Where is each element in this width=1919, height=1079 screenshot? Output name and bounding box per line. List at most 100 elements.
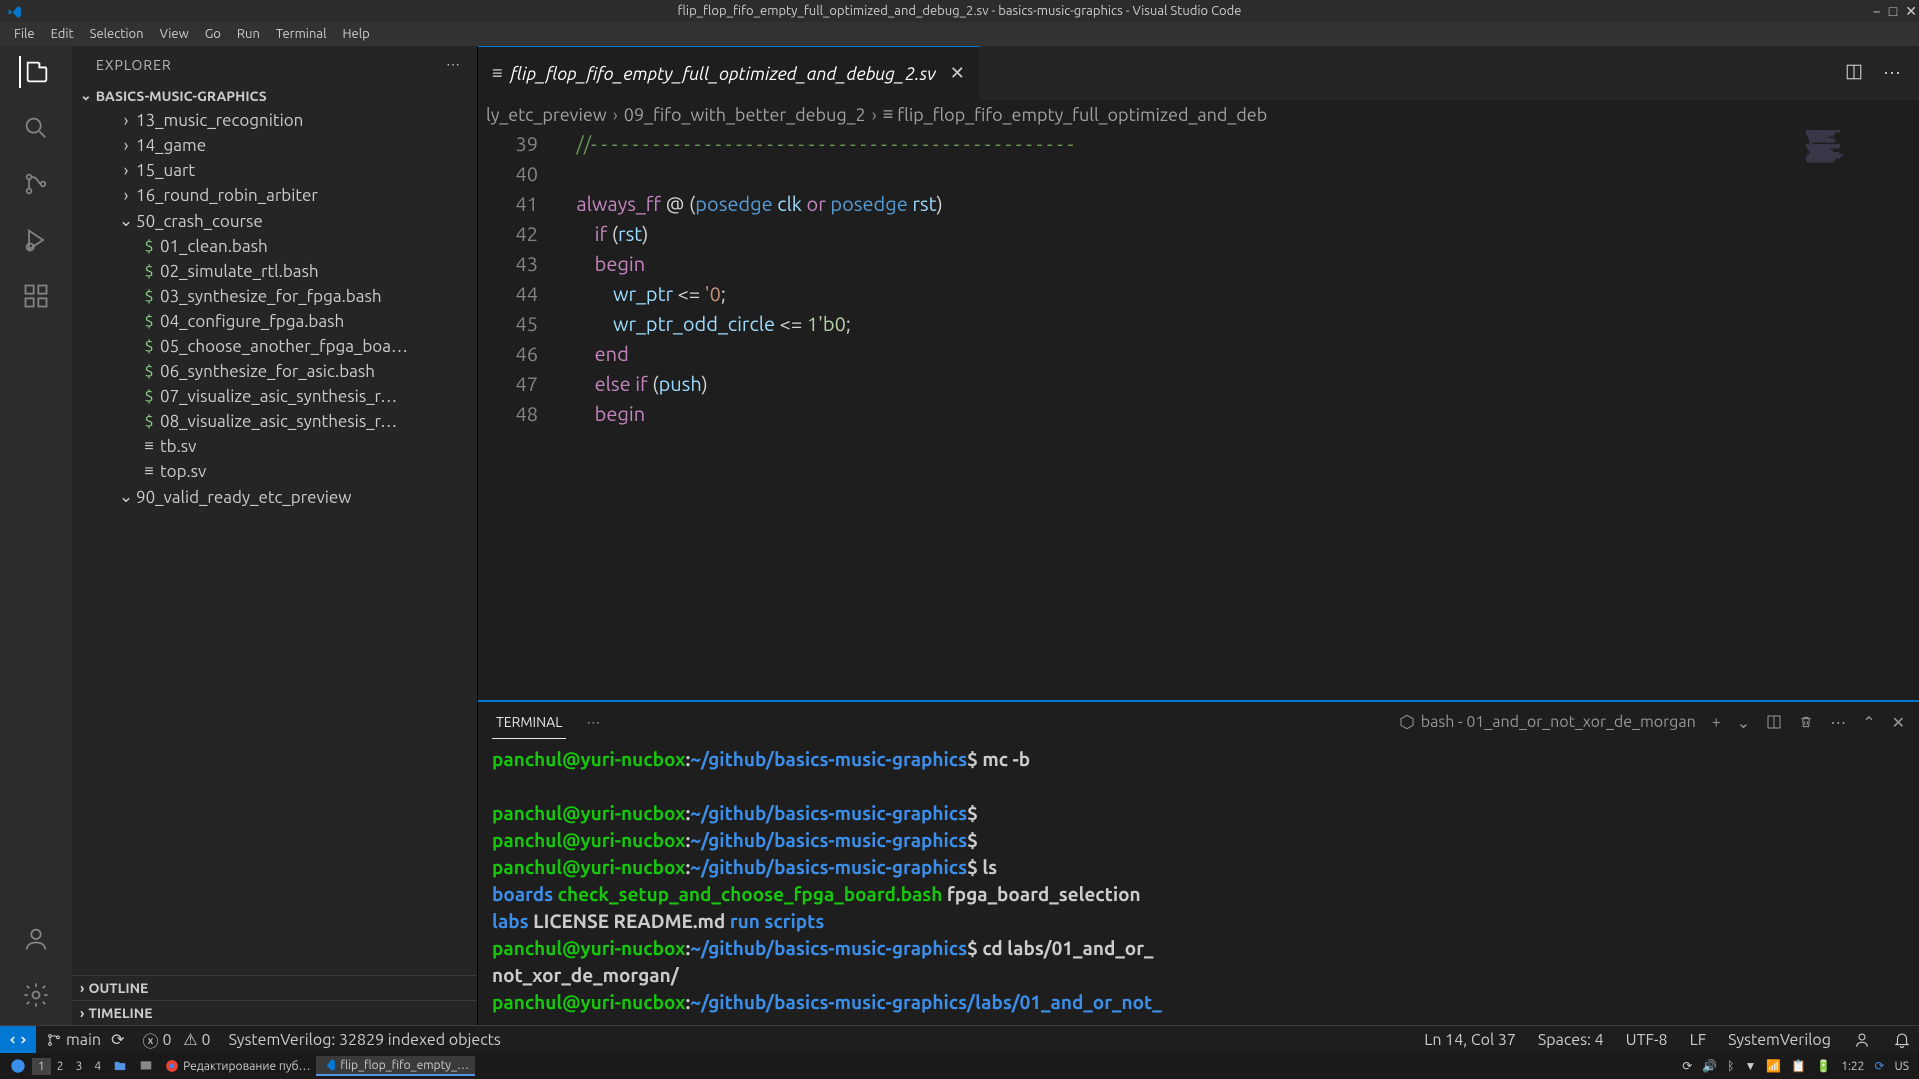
file-item[interactable]: $03_synthesize_for_fpga.bash (72, 284, 477, 309)
tray-clipboard-icon[interactable]: 📋 (1791, 1059, 1806, 1073)
terminal-dropdown-icon[interactable]: ⌄ (1737, 713, 1750, 732)
maximize-icon[interactable]: □ (1889, 3, 1897, 20)
close-icon[interactable]: ✕ (1905, 3, 1917, 20)
menu-selection[interactable]: Selection (82, 25, 152, 43)
search-icon[interactable] (20, 112, 52, 144)
file-icon: ≡ (492, 63, 503, 84)
tree-item-label: 06_synthesize_for_asic.bash (160, 362, 375, 381)
tree-item-label: 07_visualize_asic_synthesis_r… (160, 387, 397, 406)
workspace-2[interactable]: 2 (51, 1058, 70, 1075)
extensions-icon[interactable] (20, 280, 52, 312)
chevron-right-icon: › (80, 1005, 84, 1021)
problems[interactable]: ⓧ0 ⚠0 (142, 1028, 210, 1052)
menu-file[interactable]: File (6, 25, 43, 43)
outline-header[interactable]: › OUTLINE (72, 975, 477, 1000)
source-control-icon[interactable] (20, 168, 52, 200)
tray-network-icon[interactable]: ▼ (1744, 1059, 1756, 1073)
timeline-header[interactable]: › TIMELINE (72, 1000, 477, 1025)
run-debug-icon[interactable] (20, 224, 52, 256)
files-icon[interactable] (107, 1057, 133, 1075)
cursor-position[interactable]: Ln 14, Col 37 (1424, 1031, 1516, 1049)
git-branch[interactable]: main⟳ (46, 1030, 124, 1049)
breadcrumbs[interactable]: ly_etc_preview› 09_fifo_with_better_debu… (478, 100, 1919, 129)
code-content[interactable]: //- - - - - - - - - - - - - - - - - - - … (558, 129, 1804, 700)
chrome-task[interactable]: Редактирование пуб… (159, 1057, 316, 1075)
settings-gear-icon[interactable] (20, 979, 52, 1011)
bash-file-icon: $ (138, 313, 160, 331)
workspace-1[interactable]: 1 (32, 1058, 51, 1075)
language-server-status[interactable]: SystemVerilog: 32829 indexed objects (229, 1031, 501, 1049)
chevron-down-icon: ⌄ (116, 487, 136, 507)
tree-item-label: 01_clean.bash (160, 237, 268, 256)
folder-item[interactable]: ⌄50_crash_course (72, 208, 477, 234)
maximize-panel-icon[interactable]: ⌃ (1862, 713, 1875, 732)
minimap[interactable]: ████████████████████████ █████ ██████ ██… (1804, 129, 1919, 700)
folder-item[interactable]: ›15_uart (72, 158, 477, 183)
line-gutter: 39404142434445464748 (478, 129, 558, 700)
tray-sync-icon[interactable]: ⟳ (1874, 1059, 1884, 1073)
menu-help[interactable]: Help (334, 25, 377, 43)
tray-wifi-icon[interactable]: 📶 (1766, 1059, 1781, 1073)
file-item[interactable]: $08_visualize_asic_synthesis_r… (72, 409, 477, 434)
panel-more-actions-icon[interactable]: ⋯ (1830, 713, 1846, 732)
file-item[interactable]: $05_choose_another_fpga_boa… (72, 334, 477, 359)
language-mode[interactable]: SystemVerilog (1728, 1031, 1831, 1049)
new-terminal-icon[interactable]: + (1712, 713, 1721, 731)
feedback-icon[interactable] (1853, 1031, 1871, 1049)
remote-indicator[interactable] (0, 1026, 36, 1054)
menu-edit[interactable]: Edit (43, 25, 82, 43)
indentation[interactable]: Spaces: 4 (1538, 1031, 1604, 1049)
folder-item[interactable]: ⌄90_valid_ready_etc_preview (72, 484, 477, 510)
editor-more-icon[interactable]: ⋯ (1883, 63, 1901, 84)
file-item[interactable]: ≡tb.sv (72, 434, 477, 459)
folder-item[interactable]: ›13_music_recognition (72, 108, 477, 133)
kill-terminal-icon[interactable] (1798, 714, 1814, 730)
menu-go[interactable]: Go (197, 25, 229, 43)
vscode-task[interactable]: flip_flop_fifo_empty_… (316, 1056, 475, 1076)
notifications-icon[interactable] (1893, 1031, 1911, 1049)
tab-close-icon[interactable]: ✕ (950, 63, 965, 84)
tray-battery-icon[interactable]: 🔋 (1816, 1059, 1831, 1073)
terminal-tab[interactable]: TERMINAL (492, 706, 566, 739)
split-terminal-icon[interactable] (1766, 714, 1782, 730)
workspace-3[interactable]: 3 (70, 1058, 89, 1075)
file-item[interactable]: $01_clean.bash (72, 234, 477, 259)
menu-run[interactable]: Run (229, 25, 268, 43)
workspace-header[interactable]: ⌄ BASICS-MUSIC-GRAPHICS (72, 83, 477, 108)
chevron-right-icon: › (116, 161, 136, 180)
chevron-right-icon: › (116, 111, 136, 130)
account-icon[interactable] (20, 923, 52, 955)
sync-icon[interactable]: ⟳ (111, 1030, 124, 1049)
encoding[interactable]: UTF-8 (1626, 1031, 1668, 1049)
sidebar-more-icon[interactable]: ⋯ (446, 56, 461, 73)
code-editor[interactable]: 39404142434445464748 //- - - - - - - - -… (478, 129, 1919, 700)
minimize-icon[interactable]: − (1873, 3, 1881, 20)
tray-time[interactable]: 1:22 (1841, 1060, 1864, 1073)
terminal-task-label[interactable]: bash - 01_and_or_not_xor_de_morgan (1399, 713, 1696, 731)
folder-item[interactable]: ›16_round_robin_arbiter (72, 183, 477, 208)
terminal-content[interactable]: panchul@yuri-nucbox:~/github/basics-musi… (478, 742, 1919, 1025)
folder-item[interactable]: ›14_game (72, 133, 477, 158)
file-item[interactable]: ≡top.sv (72, 459, 477, 484)
file-item[interactable]: $06_synthesize_for_asic.bash (72, 359, 477, 384)
close-panel-icon[interactable]: ✕ (1892, 713, 1905, 732)
tree-item-label: 03_synthesize_for_fpga.bash (160, 287, 382, 306)
tray-keyboard-layout[interactable]: US (1895, 1060, 1909, 1073)
file-item[interactable]: $02_simulate_rtl.bash (72, 259, 477, 284)
tray-update-icon[interactable]: ⟳ (1682, 1059, 1692, 1073)
workspace-4[interactable]: 4 (88, 1058, 107, 1075)
explorer-icon[interactable] (19, 56, 51, 88)
menu-terminal[interactable]: Terminal (268, 25, 335, 43)
tray-bluetooth-icon[interactable]: ᛒ (1727, 1060, 1734, 1073)
editor-tab-active[interactable]: ≡ flip_flop_fifo_empty_full_optimized_an… (478, 46, 980, 100)
show-desktop-icon[interactable] (133, 1057, 159, 1075)
eol[interactable]: LF (1690, 1031, 1707, 1049)
file-item[interactable]: $04_configure_fpga.bash (72, 309, 477, 334)
file-item[interactable]: $07_visualize_asic_synthesis_r… (72, 384, 477, 409)
panel-more-icon[interactable]: ⋯ (586, 714, 600, 731)
tray-volume-icon[interactable]: 🔊 (1702, 1059, 1717, 1073)
split-editor-icon[interactable] (1845, 63, 1863, 84)
status-bar: main⟳ ⓧ0 ⚠0 SystemVerilog: 32829 indexed… (0, 1025, 1919, 1053)
menu-view[interactable]: View (152, 25, 197, 43)
start-menu-icon[interactable] (4, 1056, 32, 1076)
